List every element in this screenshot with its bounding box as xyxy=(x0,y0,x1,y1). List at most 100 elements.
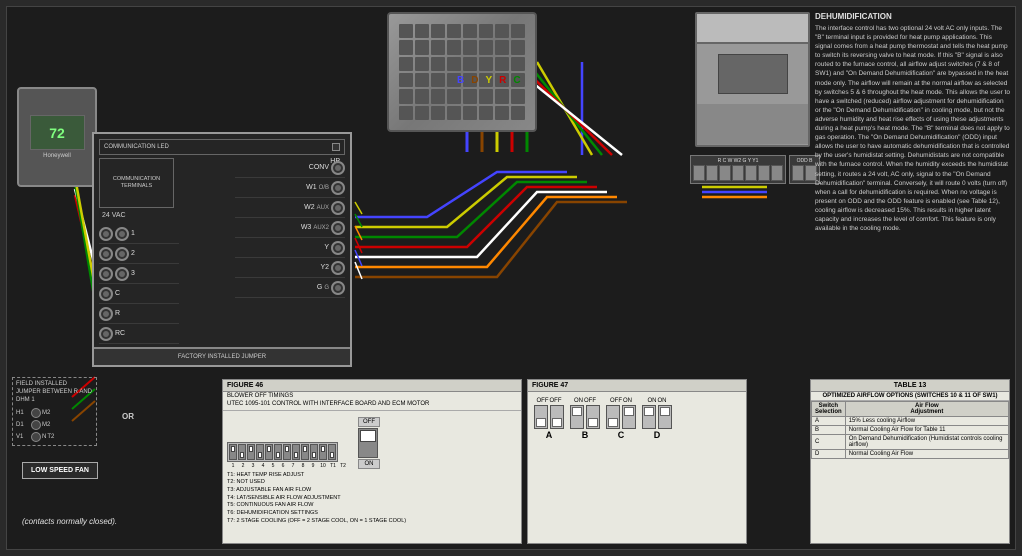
wire-labels-top: B D Y R C xyxy=(457,75,521,86)
toggle-d-label: D xyxy=(654,430,661,440)
toggle-thumb-up xyxy=(660,407,670,416)
toggle-group-c: OFF ON C xyxy=(606,398,636,440)
ft-icon-h1 xyxy=(31,408,41,418)
grille-cell xyxy=(447,40,461,54)
grille-cell xyxy=(431,57,445,71)
grille-cell xyxy=(415,24,429,38)
row-c-switch: C xyxy=(812,435,846,450)
field-terminal-h1m2: H1 M2 xyxy=(16,408,93,418)
ts-y xyxy=(758,165,770,181)
indicator-switch xyxy=(358,428,378,458)
grille-cell xyxy=(479,89,493,103)
brt-row-w1: W1 O/B xyxy=(235,178,345,198)
toggle-c-switches xyxy=(606,405,636,429)
grille-cell xyxy=(415,40,429,54)
brt-label-w3: W3 xyxy=(301,224,312,231)
ts-c xyxy=(706,165,718,181)
table-row-b: B Normal Cooling Air Flow for Table 11 xyxy=(812,426,1009,435)
toggle-thumb-down xyxy=(536,418,546,427)
brt-conn-y2 xyxy=(331,261,345,275)
row-b-desc: Normal Cooling Air Flow for Table 11 xyxy=(845,426,1008,435)
grille-cell xyxy=(511,57,525,71)
grille-cell xyxy=(479,24,493,38)
wire-label-b: B xyxy=(457,75,464,86)
ts-g xyxy=(745,165,757,181)
toggle-b-top-left: ON xyxy=(574,398,583,404)
table-13: TABLE 13 OPTIMIZED AIRFLOW OPTIONS (SWIT… xyxy=(810,379,1010,544)
fig46-desc-t7: T7: 2 STAGE COOLING (OFF = 2 STAGE COOL,… xyxy=(227,518,517,526)
field-installed-section: FIELD INSTALLED JUMPER BETWEEN R AND DHM… xyxy=(12,377,97,446)
terminal-label-2: 2 xyxy=(131,250,135,257)
fig46-desc-t2: T2: NOT USED xyxy=(227,479,517,487)
left-terminals: 1 2 3 C xyxy=(99,224,179,364)
right-terminals: CONV W1 O/B W2 AUX W3 AUX2 xyxy=(235,158,345,298)
toggle-c-label: C xyxy=(618,430,625,440)
furnace-mid xyxy=(697,44,808,104)
grille-cell xyxy=(399,24,413,38)
terminal-icon-3b xyxy=(115,267,129,281)
dip-1 xyxy=(229,444,237,460)
figure-46-subtitle: BLOWER OFF TIMINGSUTEC 1095-101 CONTROL … xyxy=(223,392,521,411)
grille-cell xyxy=(447,106,461,120)
grille-cell xyxy=(431,89,445,103)
ac-grille xyxy=(399,24,525,120)
dip-num-1: 1 xyxy=(228,463,238,469)
dip-num-5: 5 xyxy=(268,463,278,469)
ac-unit-body xyxy=(387,12,537,132)
dip-group-1 xyxy=(227,442,338,462)
dip-thumb xyxy=(276,452,280,458)
figure-46: FIGURE 46 BLOWER OFF TIMINGSUTEC 1095-10… xyxy=(222,379,522,544)
low-speed-fan-label: LOW SPEED FAN xyxy=(31,467,89,474)
low-speed-fan-box: LOW SPEED FAN xyxy=(22,462,98,479)
dip-thumb xyxy=(258,452,262,458)
ts-y1 xyxy=(771,165,783,181)
grille-cell xyxy=(463,40,477,54)
ts-w2 xyxy=(732,165,744,181)
toggle-a-top: OFF OFF xyxy=(537,398,562,404)
indicator-thumb xyxy=(360,430,376,442)
toggle-d-s1 xyxy=(642,405,656,429)
ft-label-v1: V1 xyxy=(16,434,30,440)
thermostat-display: 72 xyxy=(49,125,65,141)
grille-cell xyxy=(511,24,525,38)
toggle-a-s2 xyxy=(550,405,564,429)
brt-sub-w3: AUX2 xyxy=(313,225,329,231)
vac-label: 24 VAC xyxy=(102,212,126,219)
brt-sub-w2: AUX xyxy=(317,205,329,211)
toggle-d-top-right: ON xyxy=(658,398,667,404)
dip-num-2: 2 xyxy=(238,463,248,469)
dip-num-t2: T2 xyxy=(338,463,348,469)
row-a-desc: 15% Less cooling Airflow xyxy=(845,417,1008,426)
brt-conn-y xyxy=(331,241,345,255)
grille-cell xyxy=(463,24,477,38)
grille-cell xyxy=(399,73,413,87)
ts-left-title: R C W W2 G Y Y1 xyxy=(693,158,783,164)
wire-label-c: C xyxy=(513,75,520,86)
dip-4 xyxy=(256,444,264,460)
grille-cell xyxy=(463,89,477,103)
grille-cell xyxy=(479,40,493,54)
brt-conn-g xyxy=(331,281,345,295)
wire-label-y: Y xyxy=(485,75,492,86)
grille-cell xyxy=(415,73,429,87)
dip-thumb xyxy=(312,452,316,458)
toggle-groups-row: OFF OFF A xyxy=(532,396,742,442)
toggle-c-top-right: ON xyxy=(623,398,632,404)
terminal-row-3: 3 xyxy=(99,264,179,284)
toggle-b-s1 xyxy=(570,405,584,429)
table-13-data: SwitchSelection Air FlowAdjustment A 15%… xyxy=(811,401,1009,459)
figure-46-content: 1 2 3 4 5 6 7 8 9 10 T1 T2 xyxy=(223,411,521,528)
field-terminals: H1 M2 D1 M2 V1 N T2 xyxy=(16,408,93,442)
terminal-row-rc: RC xyxy=(99,324,179,344)
furnace-vent xyxy=(718,54,788,94)
dip-8 xyxy=(292,444,300,460)
brt-conn-w2 xyxy=(331,201,345,215)
brt-label-conv: CONV xyxy=(309,164,329,171)
dip-num-3: 3 xyxy=(248,463,258,469)
table-13-title: TABLE 13 xyxy=(811,380,1009,392)
fig46-desc-t6: T6: DEHUMIDIFICATION SETTINGS xyxy=(227,510,517,518)
dip-switch-row xyxy=(227,442,338,462)
figure-47-content: OFF OFF A xyxy=(528,392,746,446)
field-terminal-v1nt2: V1 N T2 xyxy=(16,432,93,442)
grille-cell xyxy=(399,40,413,54)
